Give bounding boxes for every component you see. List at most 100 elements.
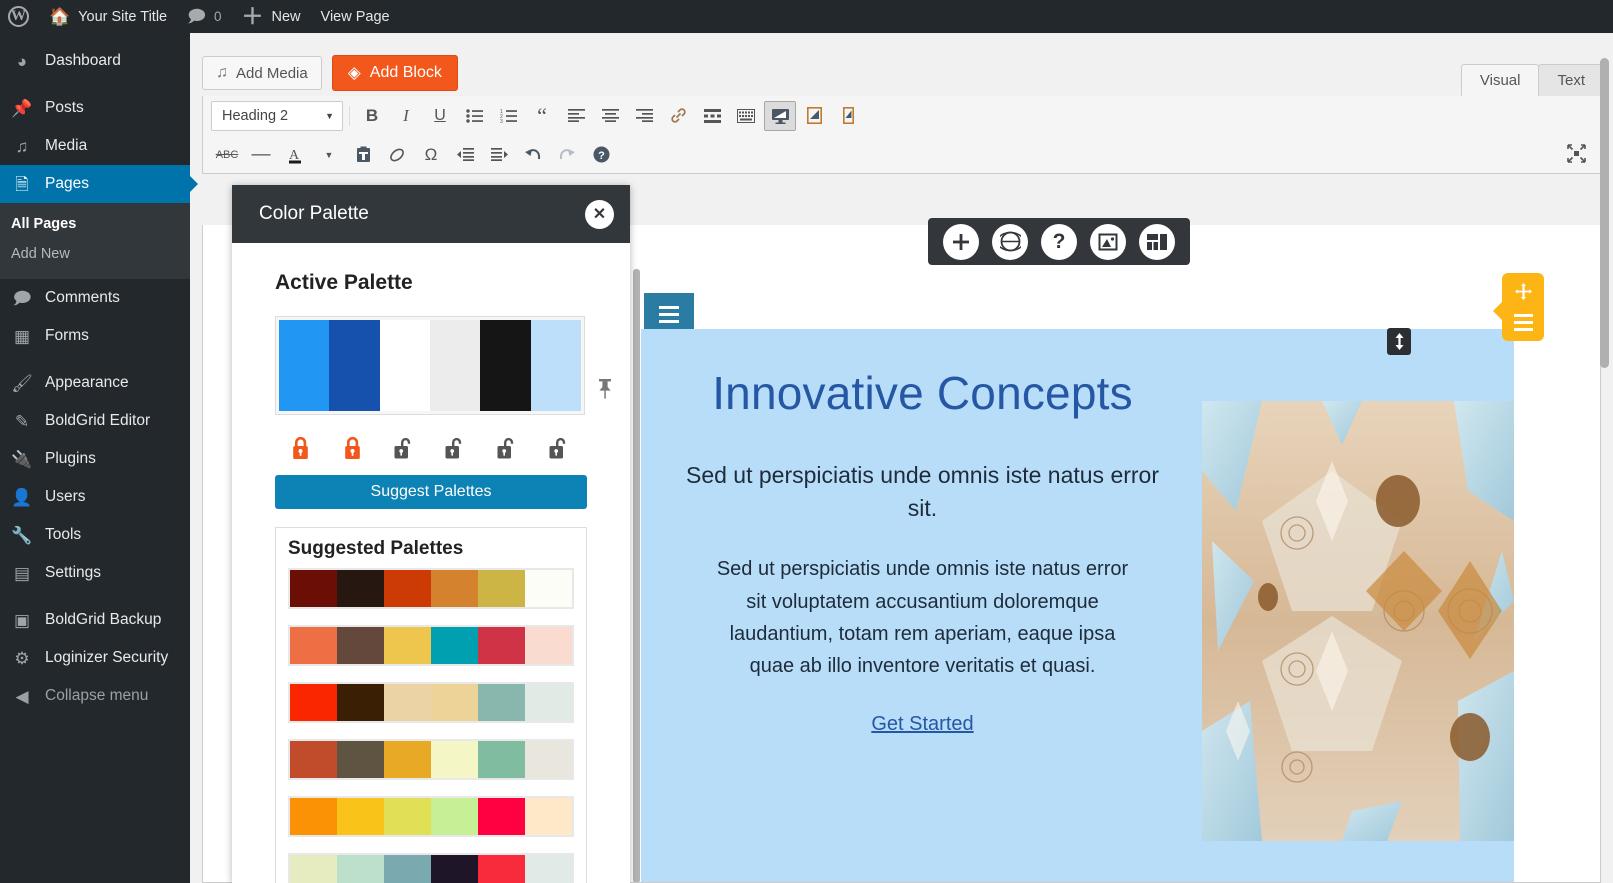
suggested-swatch-3-3[interactable] [384, 684, 431, 721]
sidebar-item-pages[interactable]: 🗎 Pages [0, 165, 198, 203]
tablet-view-button[interactable] [798, 101, 830, 131]
active-swatch-4[interactable] [429, 320, 481, 411]
lock-open-icon-3[interactable] [392, 432, 416, 462]
align-right-button[interactable] [628, 101, 660, 131]
sidebar-item-loginizer-security[interactable]: ⚙ Loginizer Security [0, 639, 190, 677]
bold-button[interactable]: B [356, 101, 388, 131]
suggest-palettes-button[interactable]: Suggest Palettes [275, 475, 587, 509]
sidebar-item-boldgrid-editor[interactable]: ✎ BoldGrid Editor [0, 402, 190, 440]
suggested-swatch-3-6[interactable] [525, 684, 572, 721]
hamburger-menu-icon[interactable] [1513, 313, 1533, 331]
site-title-link[interactable]: 🏠 Your Site Title [39, 0, 177, 33]
section-drag-rail[interactable] [633, 269, 640, 882]
suggested-swatch-2-6[interactable] [525, 627, 572, 664]
active-swatch-2[interactable] [329, 320, 380, 411]
suggested-swatch-3-2[interactable] [337, 684, 384, 721]
suggested-swatch-3-1[interactable] [290, 684, 337, 721]
suggested-swatch-3-5[interactable] [478, 684, 525, 721]
sidebar-item-dashboard[interactable]: ◕ Dashboard [0, 42, 190, 80]
add-media-button[interactable]: ♫ Add Media [202, 56, 322, 90]
sidebar-collapse-menu[interactable]: ◀ Collapse menu [0, 677, 190, 715]
active-palette-swatches[interactable] [275, 316, 585, 415]
underline-button[interactable]: U [424, 101, 456, 131]
suggested-swatch-1-3[interactable] [384, 570, 431, 607]
lock-open-icon-6[interactable] [547, 432, 571, 462]
insert-link-button[interactable] [662, 101, 694, 131]
outdent-button[interactable] [449, 140, 481, 170]
suggested-palette-row-3[interactable] [288, 682, 574, 723]
suggested-swatch-6-2[interactable] [337, 855, 384, 883]
suggested-swatch-6-1[interactable] [290, 855, 337, 883]
editor-expand-button[interactable] [1567, 144, 1586, 168]
active-swatch-3[interactable] [379, 320, 430, 411]
special-character-button[interactable]: Ω [415, 140, 447, 170]
lock-closed-icon-2[interactable] [340, 432, 364, 462]
suggested-swatch-6-3[interactable] [384, 855, 431, 883]
vertical-resize-handle[interactable] [1387, 328, 1411, 355]
suggested-swatch-3-4[interactable] [431, 684, 478, 721]
suggested-palette-row-6[interactable] [288, 853, 574, 883]
suggested-swatch-5-4[interactable] [431, 798, 478, 835]
suggested-palette-row-1[interactable] [288, 568, 574, 609]
sidebar-item-boldgrid-backup[interactable]: ▣ BoldGrid Backup [0, 601, 190, 639]
suggested-swatch-1-2[interactable] [337, 570, 384, 607]
active-swatch-6[interactable] [530, 320, 581, 411]
add-block-float-button[interactable] [943, 223, 979, 260]
read-more-button[interactable] [696, 101, 728, 131]
new-content-link[interactable]: ＋ New [232, 0, 311, 33]
text-color-button[interactable]: A [279, 140, 311, 170]
align-center-button[interactable] [594, 101, 626, 131]
suggested-swatch-5-2[interactable] [337, 798, 384, 835]
suggested-swatch-2-5[interactable] [478, 627, 525, 664]
suggested-swatch-2-3[interactable] [384, 627, 431, 664]
get-started-link[interactable]: Get Started [871, 713, 973, 736]
desktop-view-button[interactable] [764, 100, 796, 131]
format-select[interactable]: Heading 2 ▼ [211, 100, 343, 131]
suggested-swatch-2-4[interactable] [431, 627, 478, 664]
tab-text[interactable]: Text [1538, 64, 1604, 96]
keyboard-shortcuts-button[interactable] [730, 101, 762, 131]
suggested-swatch-6-6[interactable] [525, 855, 572, 883]
sidebar-item-comments[interactable]: 🗩 Comments [0, 279, 190, 317]
add-block-button[interactable]: ◈ Add Block [331, 55, 458, 91]
lock-open-icon-4[interactable] [444, 432, 468, 462]
suggested-swatch-4-5[interactable] [478, 741, 525, 778]
view-page-link[interactable]: View Page [311, 0, 400, 33]
suggested-swatch-6-4[interactable] [431, 855, 478, 883]
palette-scrollbar-track[interactable] [616, 185, 627, 825]
suggested-swatch-2-2[interactable] [337, 627, 384, 664]
suggested-palette-row-4[interactable] [288, 739, 574, 780]
help-button[interactable]: ? [585, 140, 617, 170]
horizontal-rule-button[interactable]: — [245, 140, 277, 170]
suggested-swatch-1-6[interactable] [525, 570, 572, 607]
indent-button[interactable] [483, 140, 515, 170]
undo-button[interactable] [517, 140, 549, 170]
suggested-swatch-1-1[interactable] [290, 570, 337, 607]
mobile-view-button[interactable] [832, 101, 864, 131]
palette-scrollbar-thumb[interactable] [1600, 58, 1609, 368]
layout-float-button[interactable] [1139, 223, 1175, 260]
wordpress-logo-menu[interactable]: W [0, 0, 39, 33]
hero-body-paragraph[interactable]: Sed ut perspiciatis unde omnis iste natu… [713, 553, 1133, 683]
suggested-swatch-4-6[interactable] [525, 741, 572, 778]
sidebar-item-media[interactable]: ♫ Media [0, 127, 190, 165]
sidebar-subitem-add-new[interactable]: Add New [0, 239, 190, 269]
hero-title[interactable]: Innovative Concepts [712, 363, 1133, 425]
lock-closed-icon-1[interactable] [289, 432, 313, 462]
lock-open-icon-5[interactable] [495, 432, 519, 462]
move-arrows-icon[interactable] [1514, 283, 1532, 303]
strikethrough-button[interactable]: ABC [211, 140, 243, 170]
suggested-swatch-5-5[interactable] [478, 798, 525, 835]
suggested-swatch-2-1[interactable] [290, 627, 337, 664]
active-swatch-5[interactable] [480, 320, 531, 411]
paste-as-text-button[interactable] [347, 140, 379, 170]
suggested-palette-row-5[interactable] [288, 796, 574, 837]
suggested-swatch-4-4[interactable] [431, 741, 478, 778]
sidebar-item-tools[interactable]: 🔧 Tools [0, 516, 190, 554]
numbered-list-button[interactable]: 123 [492, 101, 524, 131]
sidebar-item-settings[interactable]: ▤ Settings [0, 554, 190, 592]
sidebar-item-users[interactable]: 👤 Users [0, 478, 190, 516]
blockquote-button[interactable]: “ [526, 101, 558, 131]
suggested-swatch-1-5[interactable] [478, 570, 525, 607]
align-left-button[interactable] [560, 101, 592, 131]
